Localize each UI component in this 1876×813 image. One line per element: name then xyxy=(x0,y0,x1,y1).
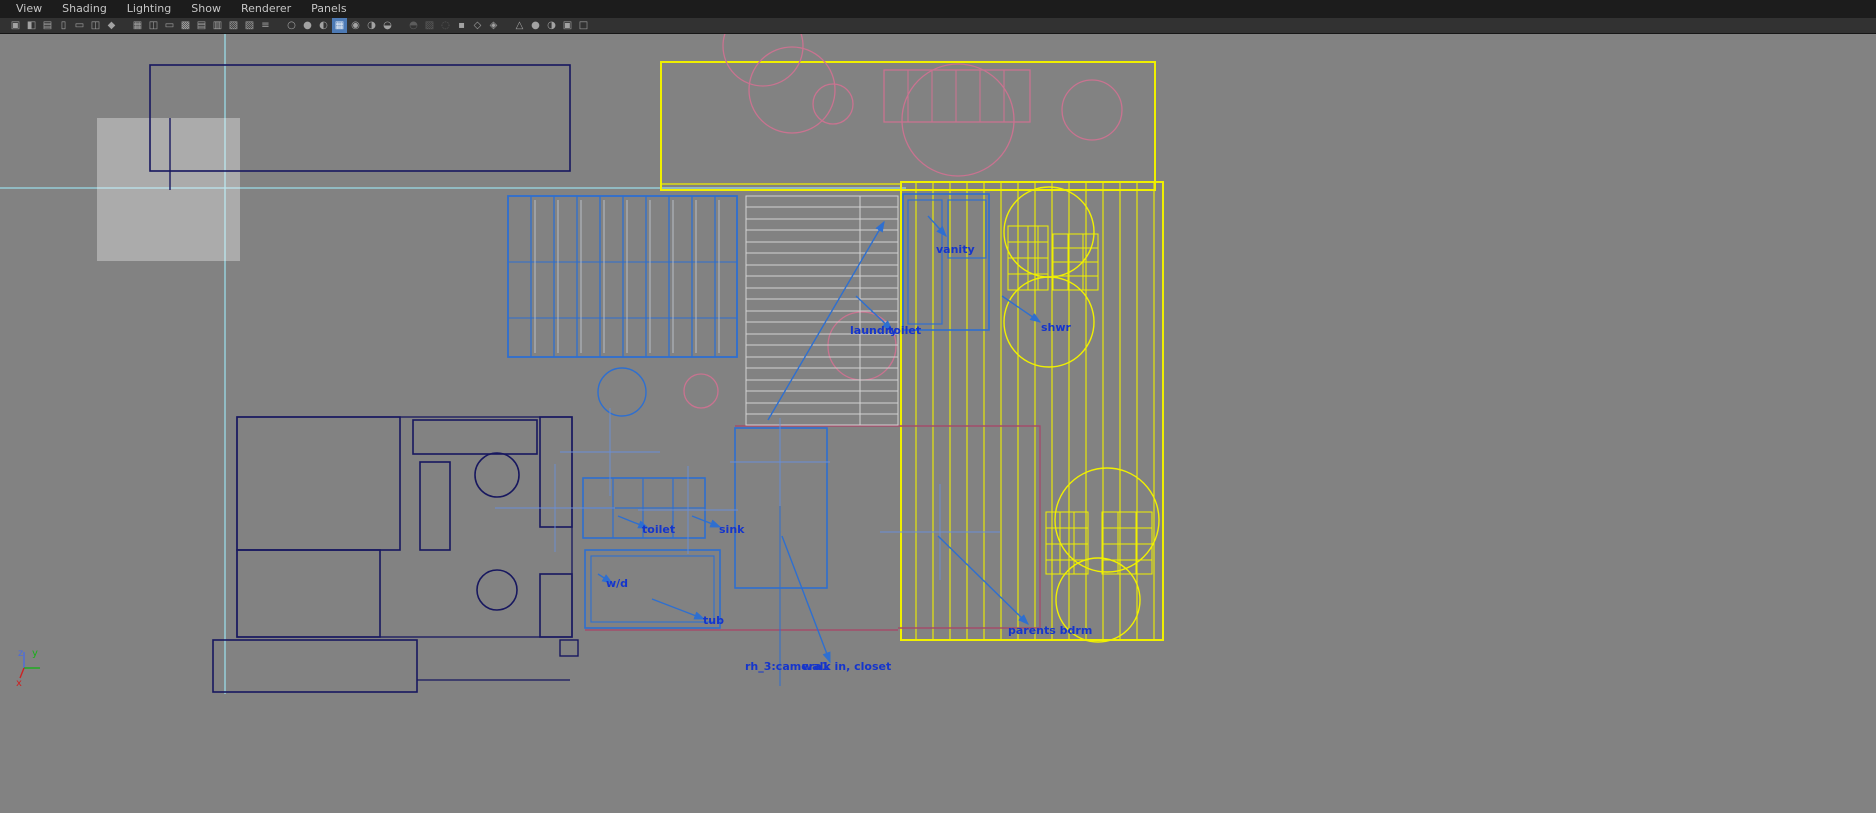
menu-show[interactable]: Show xyxy=(181,0,231,18)
label-tub: tub xyxy=(703,614,724,627)
film-gate-icon[interactable]: ◫ xyxy=(146,18,161,33)
isolate-select-icon[interactable]: ▪ xyxy=(454,18,469,33)
depth-of-field-icon[interactable]: ◌ xyxy=(438,18,453,33)
image-plane-icon[interactable]: ▭ xyxy=(72,18,87,33)
color-management-icon[interactable]: ▣ xyxy=(560,18,575,33)
menu-panels[interactable]: Panels xyxy=(301,0,356,18)
use-all-lights-icon[interactable]: ◉ xyxy=(348,18,363,33)
menu-renderer[interactable]: Renderer xyxy=(231,0,301,18)
panel-menu-bar: View Shading Lighting Show Renderer Pane… xyxy=(0,0,1876,18)
bath-laundry-fixtures xyxy=(495,408,1030,686)
furniture-lower-left xyxy=(212,416,579,693)
menu-lighting[interactable]: Lighting xyxy=(117,0,181,18)
yellow-tile-grid xyxy=(1007,225,1153,575)
screen-space-ao-icon[interactable]: ◒ xyxy=(380,18,395,33)
menu-shading[interactable]: Shading xyxy=(52,0,117,18)
locator-crosshairs xyxy=(495,408,1000,580)
vanity-fixtures xyxy=(902,193,1042,331)
viewport-panel[interactable]: vanity shwr laundry toilet toilet sink w… xyxy=(0,34,1876,813)
viewport-renderer-icon[interactable]: □ xyxy=(576,18,591,33)
axis-y-label: y xyxy=(32,648,38,659)
xray-active-components-icon[interactable]: ◈ xyxy=(486,18,501,33)
object-details-icon[interactable]: ≡ xyxy=(258,18,273,33)
label-walk-in-closet: walk in, closet xyxy=(802,660,891,673)
camera-attributes-icon[interactable]: ▤ xyxy=(40,18,55,33)
motion-blur-icon[interactable]: ◓ xyxy=(406,18,421,33)
exposure-icon[interactable]: ● xyxy=(528,18,543,33)
label-toilet-upper: toilet xyxy=(888,324,921,337)
window-grid xyxy=(507,195,738,417)
resolution-gate-icon[interactable]: ▭ xyxy=(162,18,177,33)
safe-action-icon[interactable]: ▥ xyxy=(210,18,225,33)
menu-view[interactable]: View xyxy=(6,0,52,18)
gamma-icon[interactable]: ◑ xyxy=(544,18,559,33)
label-parents-bdrm: parents bdrm xyxy=(1008,624,1092,637)
grease-pencil-icon[interactable]: ◆ xyxy=(104,18,119,33)
wireframe-icon[interactable]: ○ xyxy=(284,18,299,33)
gray-overlay-square xyxy=(97,118,240,261)
label-shwr: shwr xyxy=(1041,321,1072,334)
lock-camera-icon[interactable]: ◧ xyxy=(24,18,39,33)
staircase xyxy=(745,195,899,426)
xray-joints-icon[interactable]: △ xyxy=(512,18,527,33)
grid-icon[interactable]: ▦ xyxy=(130,18,145,33)
label-sink: sink xyxy=(719,523,745,536)
axis-z-label: z xyxy=(18,648,23,659)
axis-x-label: x xyxy=(16,678,22,689)
shaded-icon[interactable]: ● xyxy=(300,18,315,33)
gate-mask-icon[interactable]: ▩ xyxy=(178,18,193,33)
bookmark-icon[interactable]: ▯ xyxy=(56,18,71,33)
label-washer-dryer: w/d xyxy=(606,577,628,590)
axis-indicator: z y x xyxy=(16,648,40,689)
textured-icon[interactable]: ▦ xyxy=(332,18,347,33)
safe-title-icon[interactable]: ▧ xyxy=(226,18,241,33)
multisample-aa-icon[interactable]: ▨ xyxy=(422,18,437,33)
label-toilet: toilet xyxy=(642,523,675,536)
viewport-canvas: vanity shwr laundry toilet toilet sink w… xyxy=(0,34,1164,694)
shadows-icon[interactable]: ◑ xyxy=(364,18,379,33)
label-vanity: vanity xyxy=(936,243,975,256)
select-camera-icon[interactable]: ▣ xyxy=(8,18,23,33)
2d-pan-zoom-icon[interactable]: ◫ xyxy=(88,18,103,33)
xray-icon[interactable]: ◇ xyxy=(470,18,485,33)
field-chart-icon[interactable]: ▤ xyxy=(194,18,209,33)
panel-toolbar: ▣ ◧ ▤ ▯ ▭ ◫ ◆ ▦ ◫ ▭ ▩ ▤ ▥ ▧ ▨ ≡ ○ ● ◐ ▦ … xyxy=(0,18,1876,34)
wireframe-on-shaded-icon[interactable]: ◐ xyxy=(316,18,331,33)
hud-icon[interactable]: ▨ xyxy=(242,18,257,33)
